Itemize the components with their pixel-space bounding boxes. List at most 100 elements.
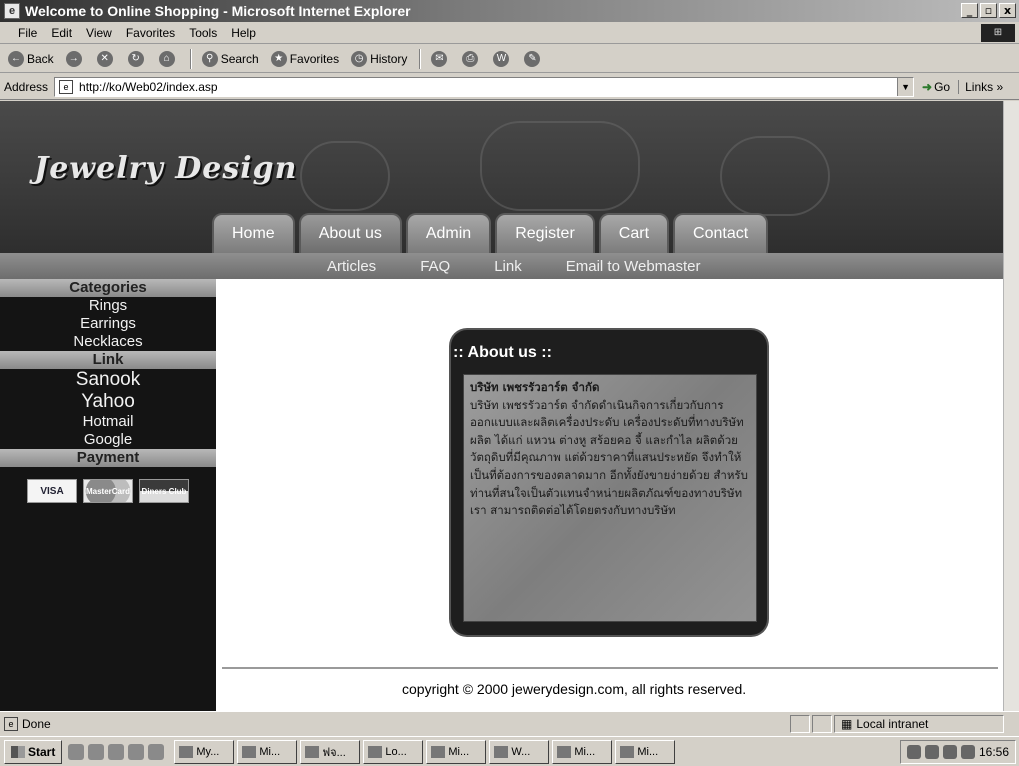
clock[interactable]: 16:56	[979, 745, 1009, 759]
main-nav-tabs: Home About us Admin Register Cart Contac…	[212, 213, 769, 253]
sidebar-item-necklaces[interactable]: Necklaces	[0, 333, 216, 351]
sidebar-item-earrings[interactable]: Earrings	[0, 315, 216, 333]
sidebar-heading-categories: Categories	[0, 279, 216, 297]
print-button[interactable]: ⎙	[462, 50, 481, 67]
history-button[interactable]: ◷ History	[351, 50, 407, 67]
stop-icon: ✕	[96, 50, 113, 67]
menu-tools[interactable]: Tools	[189, 26, 217, 40]
header-ornament	[480, 121, 640, 211]
tray-volume-icon[interactable]	[942, 745, 957, 759]
menu-favorites[interactable]: Favorites	[126, 26, 175, 40]
app-icon	[431, 745, 446, 758]
word-icon	[557, 745, 572, 758]
address-dropdown-icon[interactable]: ▼	[897, 77, 914, 96]
app-icon	[368, 745, 383, 758]
about-us-title: :: About us ::	[453, 344, 552, 361]
taskbar-item[interactable]: My...	[174, 739, 235, 764]
go-button[interactable]: ➜ Go	[922, 80, 950, 94]
payment-cards: VISA MasterCard Diners Club	[0, 479, 216, 503]
title-bar: e Welcome to Online Shopping - Microsoft…	[0, 0, 1019, 22]
menu-view[interactable]: View	[86, 26, 112, 40]
tab-register[interactable]: Register	[495, 213, 595, 253]
tab-cart[interactable]: Cart	[598, 213, 670, 253]
sidebar-link-google[interactable]: Google	[0, 431, 216, 449]
tab-admin[interactable]: Admin	[405, 213, 492, 253]
quicklaunch-media-icon[interactable]	[148, 743, 165, 760]
tab-home[interactable]: Home	[212, 213, 295, 253]
quicklaunch-ie-icon[interactable]	[88, 743, 105, 760]
page-done-icon: e	[4, 716, 18, 731]
refresh-button[interactable]: ↻	[127, 50, 147, 67]
favorites-button[interactable]: ★ Favorites	[270, 50, 339, 67]
vertical-scrollbar[interactable]	[1003, 101, 1019, 711]
links-button[interactable]: Links »	[958, 79, 1003, 94]
taskbar-item[interactable]: ฟจ...	[300, 739, 361, 764]
stop-button[interactable]: ✕	[96, 50, 116, 67]
about-us-body: บริษัท เพชรรัวอาร์ต จำกัด บริษัท เพชรรัว…	[463, 374, 757, 622]
copyright-text: copyright © 2000 jewerydesign.com, all r…	[402, 681, 747, 697]
tray-shield-icon[interactable]	[906, 745, 921, 759]
taskbar-item[interactable]: W...	[489, 739, 550, 764]
refresh-icon: ↻	[127, 50, 144, 67]
address-input[interactable]: e http://ko/Web02/index.asp ▼	[54, 76, 915, 97]
word-icon: W	[493, 50, 510, 67]
window-title: Welcome to Online Shopping - Microsoft I…	[25, 3, 411, 19]
subnav-link[interactable]: Link	[494, 258, 522, 275]
sidebar-item-rings[interactable]: Rings	[0, 297, 216, 315]
taskbar-item[interactable]: Mi...	[426, 739, 487, 764]
home-icon: ⌂	[158, 50, 175, 67]
quicklaunch-outlook-icon[interactable]	[108, 743, 125, 760]
app-icon	[305, 745, 320, 758]
zone-label: Local intranet	[856, 716, 929, 731]
tab-contact[interactable]: Contact	[673, 213, 769, 253]
discuss-button[interactable]: ✎	[524, 50, 543, 67]
diners-club-logo: Diners Club	[139, 479, 189, 503]
status-cell	[790, 714, 810, 733]
security-zone: ▦ Local intranet	[834, 714, 1004, 733]
minimize-button[interactable]: _	[961, 3, 978, 18]
quicklaunch-app-icon[interactable]	[128, 743, 145, 760]
site-logo[interactable]: Jewelry Design	[34, 151, 297, 186]
quicklaunch-desktop-icon[interactable]	[68, 743, 85, 760]
tray-network-icon[interactable]	[924, 745, 939, 759]
status-text-area: e Done	[0, 716, 790, 731]
address-label: Address	[4, 79, 49, 94]
tab-about-us[interactable]: About us	[298, 213, 402, 253]
taskbar-item[interactable]: Mi...	[615, 739, 676, 764]
taskbar-item[interactable]: Mi...	[237, 739, 298, 764]
mail-icon: ✉	[431, 50, 448, 67]
tray-language-icon[interactable]	[960, 745, 975, 759]
close-button[interactable]: x	[999, 3, 1016, 18]
go-arrow-icon: ➜	[922, 79, 933, 94]
address-bar: Address e http://ko/Web02/index.asp ▼ ➜ …	[0, 74, 1019, 100]
menu-file[interactable]: File	[18, 26, 37, 40]
toolbar-separator	[419, 48, 422, 69]
start-button[interactable]: Start	[4, 739, 63, 764]
ie-app-icon[interactable]: e	[4, 3, 20, 19]
sidebar: Categories Rings Earrings Necklaces Link…	[0, 279, 216, 711]
back-button[interactable]: ← Back	[8, 50, 54, 67]
forward-arrow-icon: →	[65, 50, 82, 67]
sidebar-link-sanook[interactable]: Sanook	[0, 369, 216, 391]
sidebar-link-yahoo[interactable]: Yahoo	[0, 391, 216, 413]
subnav-email-webmaster[interactable]: Email to Webmaster	[566, 258, 701, 275]
restore-button[interactable]: ▫	[980, 3, 997, 18]
edit-button[interactable]: W	[493, 50, 512, 67]
visa-card-logo: VISA	[27, 479, 77, 503]
subnav-faq[interactable]: FAQ	[420, 258, 450, 275]
subnav-articles[interactable]: Articles	[327, 258, 376, 275]
back-label: Back	[27, 51, 54, 66]
menu-help[interactable]: Help	[231, 26, 256, 40]
home-button[interactable]: ⌂	[158, 50, 178, 67]
search-button[interactable]: ⚲ Search	[201, 50, 259, 67]
favorites-icon: ★	[270, 50, 287, 67]
mail-button[interactable]: ✉	[431, 50, 450, 67]
app-icon	[620, 745, 635, 758]
menu-edit[interactable]: Edit	[51, 26, 72, 40]
mastercard-logo: MasterCard	[83, 479, 133, 503]
taskbar-item[interactable]: Lo...	[363, 739, 424, 764]
taskbar-item-label: W...	[511, 745, 531, 758]
taskbar-item[interactable]: Mi...	[552, 739, 613, 764]
forward-button[interactable]: →	[65, 50, 85, 67]
sidebar-link-hotmail[interactable]: Hotmail	[0, 413, 216, 431]
